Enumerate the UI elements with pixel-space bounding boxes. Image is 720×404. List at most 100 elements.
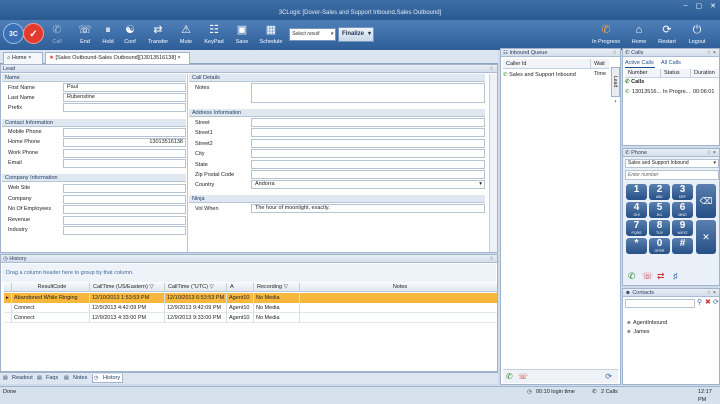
key-hash[interactable]: #	[672, 238, 693, 254]
key-1[interactable]: 1	[626, 184, 647, 200]
side-tab-lead[interactable]: Lead	[611, 67, 620, 97]
column-header-duration[interactable]: Duration	[691, 69, 719, 78]
employees-field[interactable]	[63, 205, 186, 214]
in-progress-button[interactable]: ✆ In Progress	[590, 20, 622, 50]
conf-button[interactable]: ☯ Conf	[121, 20, 139, 50]
key-9[interactable]: 9 WXYZ	[672, 220, 693, 236]
logout-button[interactable]: ⏻ Logout	[684, 20, 710, 50]
table-row[interactable]: Connect 12/9/2013 4:42:09 PM 12/9/2013 9…	[4, 303, 497, 313]
work-phone-field[interactable]	[63, 149, 186, 158]
close-icon[interactable]: ×	[177, 55, 180, 61]
column-header-recording[interactable]: Recording ▽	[254, 283, 300, 292]
backspace-button[interactable]: ⌫	[696, 184, 716, 218]
city-field[interactable]	[251, 149, 485, 158]
search-icon[interactable]: ⚲	[697, 298, 702, 306]
hangup-icon[interactable]: ☏	[642, 271, 653, 282]
contacts-search-input[interactable]	[625, 299, 695, 308]
group-by-area[interactable]: Drag a column header here to group by th…	[2, 264, 496, 282]
key-4[interactable]: 4 GHI	[626, 202, 647, 218]
column-header-notes[interactable]: Notes	[300, 283, 497, 292]
column-header-wait-time[interactable]: Wait Time	[591, 59, 609, 77]
filter-icon[interactable]: ▽	[209, 284, 213, 290]
dial-icon[interactable]: ✆	[628, 271, 636, 282]
phone-queue-select[interactable]: Sales and Support Inbound ▾	[625, 159, 719, 168]
result-select[interactable]: Select result ▾	[289, 28, 336, 41]
transfer-icon[interactable]: ⇄	[657, 271, 665, 282]
key-6[interactable]: 6 MNO	[672, 202, 693, 218]
key-0[interactable]: 0 OPER	[649, 238, 670, 254]
refresh-icon[interactable]: ⟳	[713, 298, 719, 306]
vol-when-field[interactable]: The hour of moonlight, exactly.	[251, 204, 485, 213]
list-item[interactable]: ☻ James	[626, 329, 650, 335]
tab-active-calls[interactable]: Active Calls	[625, 60, 655, 68]
column-header-resultcode[interactable]: ResultCode	[12, 283, 90, 292]
call-button[interactable]: ✆ Call	[48, 20, 66, 50]
maximize-icon[interactable]: ▢	[696, 2, 703, 10]
key-2[interactable]: 2 ABC	[649, 184, 670, 200]
column-header-calltime-utc[interactable]: CallTime ("UTC) ▽	[165, 283, 227, 292]
minimize-icon[interactable]: –	[684, 2, 688, 10]
tab-all-calls[interactable]: All Calls	[661, 60, 691, 68]
refresh-icon[interactable]: ⟳	[605, 372, 612, 381]
schedule-button[interactable]: ▦ Schedule	[257, 20, 285, 50]
pin-icon[interactable]: ♢ ×	[706, 149, 716, 157]
country-select[interactable]: Andorra ▾	[251, 180, 485, 189]
street-field[interactable]	[251, 118, 485, 127]
pin-icon[interactable]: ♢	[612, 49, 617, 57]
column-header-status[interactable]: Status	[661, 69, 691, 78]
column-header-agent[interactable]: A	[227, 283, 254, 292]
filter-icon[interactable]: ▽	[284, 284, 288, 290]
list-item[interactable]: ✆ Sales and Support Inbound	[503, 71, 609, 80]
home-button[interactable]: ⌂ Home	[627, 20, 651, 50]
accept-call-icon[interactable]: ✆	[506, 372, 513, 381]
key-8[interactable]: 8 TUV	[649, 220, 670, 236]
close-icon[interactable]: ×	[28, 55, 31, 61]
prefix-field[interactable]	[63, 103, 186, 112]
reject-call-icon[interactable]: ☏	[518, 372, 528, 381]
close-icon[interactable]: ✕	[710, 2, 716, 10]
pin-icon[interactable]: ♢ ×	[706, 289, 716, 297]
email-field[interactable]	[63, 159, 186, 168]
finalize-button[interactable]: Finalize ▾	[338, 27, 374, 42]
pin-icon[interactable]: ♢ ×	[706, 49, 716, 57]
pin-icon[interactable]: ♢	[489, 255, 494, 263]
keypad-button[interactable]: ☷ KeyPad	[202, 20, 226, 50]
website-field[interactable]	[63, 184, 186, 193]
voicemail-icon[interactable]: ♯	[673, 271, 678, 281]
tab-home[interactable]: ⌂ Home ×	[3, 52, 43, 64]
key-5[interactable]: 5 JKL	[649, 202, 670, 218]
state-field[interactable]	[251, 160, 485, 169]
tab-sales-outbound[interactable]: ★ [Sales Outbound-Sales Outbound][130135…	[45, 52, 190, 64]
tab-notes[interactable]: ▤ Notes	[63, 374, 89, 383]
save-button[interactable]: ▣ Save	[233, 20, 251, 50]
column-header-caller-id[interactable]: Caller Id	[503, 59, 591, 68]
street1-field[interactable]	[251, 128, 485, 137]
hold-button[interactable]: ⏸ Hold	[99, 20, 117, 50]
notes-field[interactable]	[251, 83, 485, 103]
end-button[interactable]: ☏ End	[76, 20, 94, 50]
first-name-field[interactable]: Paul	[63, 83, 186, 92]
table-row[interactable]: Connect 12/9/2013 4:33:00 PM 12/9/2013 9…	[4, 313, 497, 323]
list-item[interactable]: ☻ AgentInbound	[626, 320, 667, 326]
tab-faqs[interactable]: ▤ Faqs	[36, 374, 60, 383]
filter-icon[interactable]: ▽	[149, 284, 153, 290]
last-name-field[interactable]: Rubenstine	[63, 93, 186, 102]
mute-button[interactable]: ⚠ Mute	[177, 20, 195, 50]
clear-search-icon[interactable]: ✖	[705, 298, 711, 306]
pin-icon[interactable]: ♢	[489, 65, 494, 73]
key-star[interactable]: *	[626, 238, 647, 254]
column-header-number[interactable]: Number	[625, 69, 661, 78]
street2-field[interactable]	[251, 139, 485, 148]
revenue-field[interactable]	[63, 216, 186, 225]
home-phone-field[interactable]: 13013516138	[63, 138, 186, 147]
clear-button[interactable]: ✕	[696, 220, 716, 254]
ready-status-icon[interactable]: ✓	[23, 23, 44, 44]
column-header-calltime-local[interactable]: CallTime (US/Eastern) ▽	[90, 283, 165, 292]
key-7[interactable]: 7 PQRS	[626, 220, 647, 236]
table-row[interactable]: ✆ 13013516... In Progre... 00:06:01	[625, 89, 719, 98]
key-3[interactable]: 3 DEF	[672, 184, 693, 200]
number-input[interactable]: Enter number	[625, 170, 719, 180]
tab-readout[interactable]: ▤ Readout	[2, 374, 35, 383]
company-field[interactable]	[63, 195, 186, 204]
restart-button[interactable]: ⟳ Restart	[654, 20, 680, 50]
